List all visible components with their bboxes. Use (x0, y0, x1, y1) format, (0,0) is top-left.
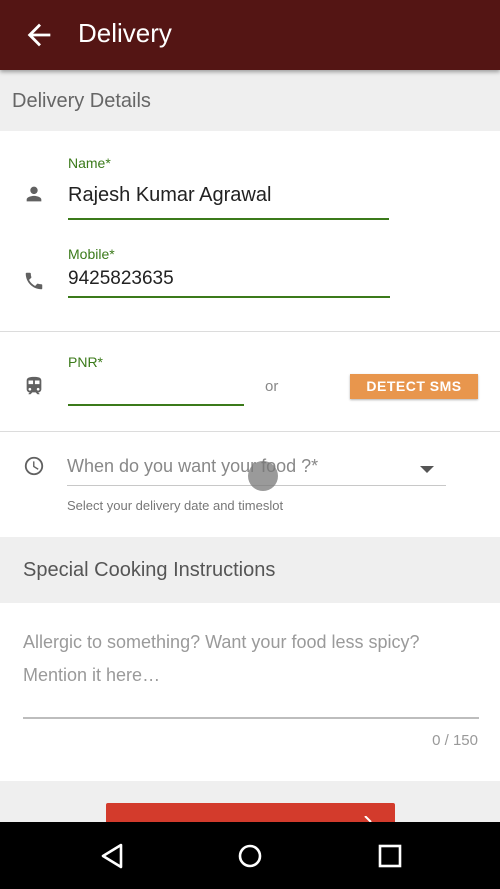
touch-indicator (248, 461, 278, 491)
person-icon (26, 186, 42, 202)
special-instructions-title: Special Cooking Instructions (23, 559, 276, 581)
time-helper-text: Select your delivery date and timeslot (67, 498, 284, 513)
pnr-label: PNR* (68, 354, 104, 370)
or-text: or (265, 378, 279, 395)
clock-icon (24, 456, 44, 476)
mobile-label: Mobile* (68, 246, 115, 262)
phone-icon (25, 272, 43, 290)
contact-card: Name* Rajesh Kumar Agrawal Mobile* 94258… (0, 131, 500, 331)
system-navigation-bar (0, 822, 500, 889)
name-input[interactable]: Rajesh Kumar Agrawal (68, 184, 271, 207)
instructions-underline (23, 717, 479, 719)
mobile-input[interactable]: 9425823635 (68, 268, 174, 290)
name-underline (68, 218, 389, 220)
mobile-underline (68, 296, 390, 298)
delivery-details-header: Delivery Details (0, 70, 500, 131)
delivery-time-select[interactable]: When do you want your food ?* (67, 456, 318, 477)
instructions-card: Allergic to something? Want your food le… (0, 603, 500, 781)
instructions-textarea[interactable]: Allergic to something? Want your food le… (23, 626, 463, 692)
back-button[interactable] (22, 18, 56, 52)
nav-home-icon[interactable] (237, 843, 263, 869)
nav-recents-icon[interactable] (378, 844, 402, 868)
detect-sms-button[interactable]: DETECT SMS (350, 374, 478, 399)
page-title: Delivery (78, 18, 172, 48)
dropdown-arrow-icon[interactable] (418, 465, 436, 475)
special-instructions-header: Special Cooking Instructions (0, 537, 500, 603)
name-label: Name* (68, 155, 111, 171)
app-bar: Delivery (0, 0, 500, 70)
pnr-underline (68, 404, 244, 406)
arrow-back-icon (27, 23, 51, 47)
delivery-details-title: Delivery Details (12, 90, 151, 112)
nav-back-icon[interactable] (99, 842, 125, 870)
train-icon (26, 376, 42, 395)
character-counter: 0 / 150 (432, 732, 478, 749)
